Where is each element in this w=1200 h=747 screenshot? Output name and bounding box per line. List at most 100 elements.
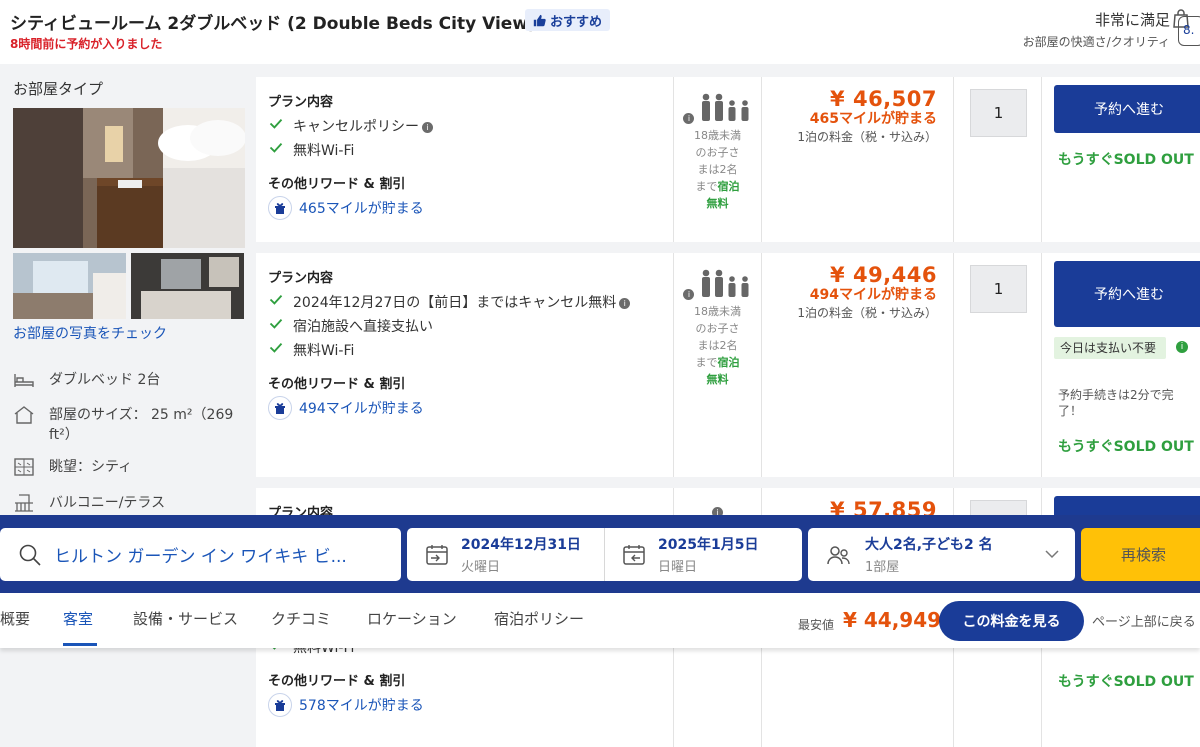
room-photo-thumb-2-image: [131, 253, 244, 319]
plan-2-reward-text: 494マイルが貯まる: [299, 401, 424, 417]
family-icon: [701, 269, 749, 297]
plan-1-miles: 465マイルが貯まる: [809, 111, 937, 127]
tab-facilities[interactable]: 設備・サービス: [133, 608, 238, 629]
view-icon: [14, 458, 34, 476]
date-range-field: 2024年12月31日 火曜日 2025年1月5日 日曜日: [407, 528, 802, 581]
lowest-price-label: 最安値: [798, 618, 835, 632]
plan-1-book-button[interactable]: 予約へ進む: [1054, 85, 1200, 133]
plan-1-sold-out: もうすぐSOLD OUT: [1058, 152, 1194, 168]
guests-field[interactable]: 大人2名,子ども2 名 1部屋: [808, 528, 1075, 581]
room-photo-thumb-2[interactable]: [131, 253, 244, 319]
section-tab-nav: 概要 客室 設備・サービス クチコミ ロケーション 宿泊ポリシー 最安値 ¥ 4…: [0, 593, 1200, 648]
plan-2-per-night: 1泊の料金（税・サ込み）: [797, 306, 937, 320]
check-icon: [269, 294, 283, 305]
gift-icon: [268, 396, 292, 420]
room-photos-link[interactable]: お部屋の写真をチェック: [13, 323, 167, 343]
checkin-day: 火曜日: [461, 560, 501, 575]
plan-2-item-cancel-text[interactable]: 2024年12月27日の【前日】まではキャンセル無料: [293, 295, 616, 311]
plan-2-occupancy-text: 18歳未満 のお子さ まは2名 まで宿泊 無料: [694, 305, 741, 386]
check-icon: [269, 318, 283, 329]
plan-1-item-cancel: キャンセルポリシー i: [268, 115, 661, 139]
plan-card-1: プラン内容 キャンセルポリシー i 無料Wi-Fi その他リワード & 割引 46…: [256, 77, 1200, 242]
rooms-count: 1部屋: [865, 560, 900, 575]
plan-2-item-wifi-text: 無料Wi-Fi: [293, 343, 355, 359]
room-photo-image: [13, 108, 245, 248]
plan-2-details: プラン内容 2024年12月27日の【前日】まではキャンセル無料 i 宿泊施設へ直…: [256, 253, 674, 477]
guests-count: 大人2名,子ども2 名: [865, 537, 993, 553]
plan-3-reward-text: 578マイルが貯まる: [299, 698, 424, 714]
room-type-label: お部屋タイプ: [13, 80, 104, 98]
checkin-date: 2024年12月31日: [461, 537, 581, 553]
plan-2-price-value: ¥ 49,446: [830, 263, 937, 287]
plan-1-heading: プラン内容: [268, 95, 334, 110]
thumbs-up-icon: [533, 14, 546, 26]
plan-2-item-pay: 宿泊施設へ直接支払い: [268, 315, 661, 339]
check-icon: [269, 342, 283, 353]
occupancy-info-icon[interactable]: i: [683, 289, 695, 300]
plan-3-sold-out: もうすぐSOLD OUT: [1058, 674, 1194, 690]
date-divider: [604, 528, 605, 581]
balcony-icon: [15, 494, 33, 512]
hotel-search-field[interactable]: ヒルトン ガーデン イン ワイキキ ビ...: [0, 528, 401, 581]
tab-location[interactable]: ロケーション: [367, 608, 457, 629]
plan-2-book-button[interactable]: 予約へ進む: [1054, 261, 1200, 327]
plan-1-occupancy-text: 18歳未満 のお子さ まは2名 まで宿泊 無料: [694, 129, 741, 210]
checkout-field[interactable]: 2025年1月5日 日曜日: [622, 528, 758, 581]
plan-2-pay-later-text: 今日は支払い不要: [1060, 341, 1157, 355]
plan-card-2: プラン内容 2024年12月27日の【前日】まではキャンセル無料 i 宿泊施設へ直…: [256, 253, 1200, 477]
sticky-search-bar: ヒルトン ガーデン イン ワイキキ ビ... 2024年12月31日 火曜日 2…: [0, 515, 1200, 593]
hotel-search-text: ヒルトン ガーデン イン ワイキキ ビ...: [54, 547, 347, 567]
tab-rooms[interactable]: 客室: [63, 608, 93, 629]
guests-icon: [827, 545, 850, 564]
plan-1-price: ¥ 46,507 465マイルが貯まる 1泊の料金（税・サ込み）: [762, 77, 954, 242]
satisfaction-sub: お部屋の快適さ/クオリティ: [1022, 35, 1170, 49]
amenity-room-size-text: 部屋のサイズ： 25 m²（269 ft²）: [49, 407, 234, 443]
tab-policies[interactable]: 宿泊ポリシー: [494, 608, 584, 629]
info-icon[interactable]: i: [1176, 341, 1188, 353]
satisfaction-rating: 非常に満足 お部屋の快適さ/クオリティ: [1022, 9, 1189, 50]
recommend-badge-label: おすすめ: [550, 14, 603, 30]
plan-1-reward-text: 465マイルが貯まる: [299, 201, 424, 217]
amenity-balcony: バルコニー/テラス: [13, 493, 249, 513]
calendar-checkin-icon: [426, 544, 448, 565]
plan-1-details: プラン内容 キャンセルポリシー i 無料Wi-Fi その他リワード & 割引 46…: [256, 77, 674, 242]
plan-1-room-qty-select[interactable]: 1: [970, 89, 1027, 137]
amenity-beds: ダブルベッド 2台: [13, 370, 249, 390]
tab-overview[interactable]: 概要: [0, 608, 30, 629]
active-tab-underline: [63, 643, 97, 646]
score-badge: 8.: [1178, 16, 1200, 46]
plan-2-qty-col: 1: [954, 253, 1042, 477]
bed-icon: [14, 374, 34, 387]
plan-1-reward: 465マイルが貯まる: [268, 196, 661, 220]
room-photo-main[interactable]: [13, 108, 245, 248]
room-size-icon: [14, 406, 34, 424]
check-icon: [269, 118, 283, 129]
plan-2-price: ¥ 49,446 494マイルが貯まる 1泊の料金（税・サ込み）: [762, 253, 954, 477]
occupancy-info-icon[interactable]: i: [683, 113, 695, 124]
checkin-field[interactable]: 2024年12月31日 火曜日: [425, 528, 581, 581]
plan-2-reward-heading: その他リワード & 割引: [268, 377, 406, 392]
plan-3-reward-heading: その他リワード & 割引: [268, 674, 406, 689]
plan-2-occupancy: i 18歳未満 のお子さ まは2名 まで宿泊 無料: [674, 253, 762, 477]
info-icon[interactable]: i: [619, 298, 631, 309]
amenity-room-size: 部屋のサイズ： 25 m²（269 ft²）: [13, 405, 249, 445]
room-header: シティビュールーム 2ダブルベッド (2 Double Beds City Vi…: [0, 0, 1200, 64]
plan-1-reward-heading: その他リワード & 割引: [268, 177, 406, 192]
checkout-day: 日曜日: [658, 560, 698, 575]
see-rate-button[interactable]: この料金を見る: [939, 601, 1084, 641]
room-title: シティビュールーム 2ダブルベッド (2 Double Beds City Vi…: [10, 14, 536, 34]
plan-3-reward: 578マイルが貯まる: [268, 693, 424, 717]
room-photo-thumb-1[interactable]: [13, 253, 126, 319]
plan-1-item-wifi: 無料Wi-Fi: [268, 139, 661, 163]
research-button[interactable]: 再検索: [1081, 528, 1200, 581]
tab-reviews[interactable]: クチコミ: [271, 608, 331, 629]
recommend-badge: おすすめ: [525, 9, 611, 31]
plan-1-item-cancel-text[interactable]: キャンセルポリシー: [293, 119, 419, 135]
back-to-top-link[interactable]: ページ上部に戻る: [1092, 611, 1196, 630]
search-icon: [19, 544, 41, 566]
gift-icon: [268, 196, 292, 220]
info-icon[interactable]: i: [422, 122, 433, 133]
plan-2-room-qty-select[interactable]: 1: [970, 265, 1027, 313]
chevron-down-icon: [1045, 550, 1059, 559]
plan-1-item-wifi-text: 無料Wi-Fi: [293, 143, 355, 159]
